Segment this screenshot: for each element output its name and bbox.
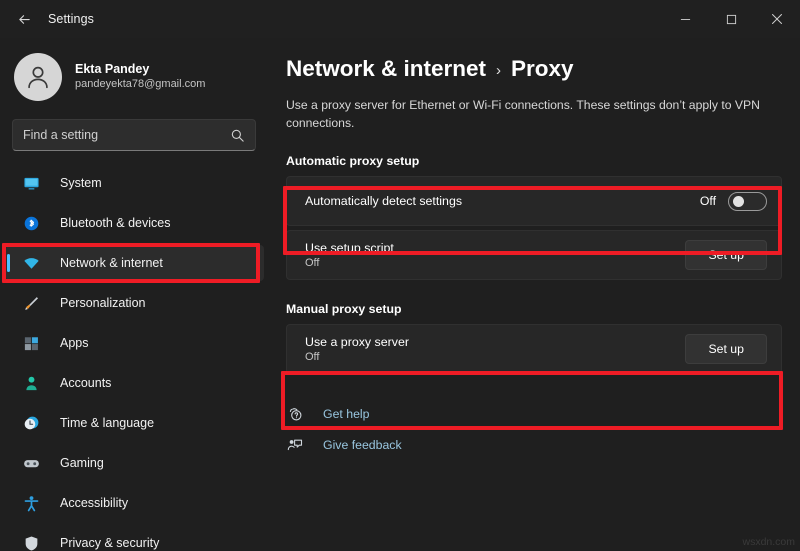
sidebar: Ekta Pandey pandeyekta78@gmail.com Syste… xyxy=(0,38,270,551)
help-question-icon xyxy=(286,405,304,423)
maximize-button[interactable] xyxy=(708,0,754,38)
sidebar-item-accounts[interactable]: Accounts xyxy=(6,365,264,401)
sidebar-item-label: Network & internet xyxy=(60,256,163,270)
automatic-section-heading: Automatic proxy setup xyxy=(286,154,420,169)
sidebar-item-label: Privacy & security xyxy=(60,536,160,550)
sidebar-nav-list: System Bluetooth & devices Network & int… xyxy=(0,165,270,551)
close-icon xyxy=(772,14,782,24)
window-controls xyxy=(662,0,800,38)
auto-detect-settings-row[interactable]: Automatically detect settings Off xyxy=(286,176,782,227)
setup-script-status: Off xyxy=(305,257,320,270)
back-arrow-icon xyxy=(18,14,30,24)
sidebar-item-label: Time & language xyxy=(60,416,155,430)
sidebar-item-label: Gaming xyxy=(60,456,104,470)
search-box[interactable] xyxy=(12,119,256,151)
auto-detect-toggle[interactable] xyxy=(728,191,767,211)
search-input[interactable] xyxy=(23,128,230,142)
sidebar-item-label: System xyxy=(60,176,102,190)
use-proxy-server-row[interactable]: Use a proxy server Off Set up xyxy=(286,324,782,375)
sidebar-item-accessibility[interactable]: Accessibility xyxy=(6,485,264,521)
sidebar-item-label: Apps xyxy=(60,336,89,350)
use-proxy-server-status: Off xyxy=(305,351,320,364)
settings-window: Settings Ekta Pandey pandeyekta78@gmail.… xyxy=(0,0,800,551)
clock-icon xyxy=(22,414,40,432)
maximize-icon xyxy=(726,14,736,24)
account-name: Ekta Pandey xyxy=(75,61,150,76)
close-button[interactable] xyxy=(754,0,800,38)
main-content: Network & internet › Proxy Use a proxy s… xyxy=(270,38,800,551)
page-description: Use a proxy server for Ethernet or Wi-Fi… xyxy=(286,98,760,130)
apps-grid-icon xyxy=(22,334,40,352)
sidebar-item-personalization[interactable]: Personalization xyxy=(6,285,264,321)
sidebar-item-label: Accessibility xyxy=(60,496,129,510)
bluetooth-icon xyxy=(22,214,40,232)
person-avatar-icon xyxy=(28,66,48,89)
gamepad-icon xyxy=(22,454,40,472)
back-button[interactable] xyxy=(6,4,42,34)
give-feedback-link[interactable]: Give feedback xyxy=(286,431,782,458)
breadcrumb-parent-link[interactable]: Network & internet xyxy=(286,56,486,82)
breadcrumb-separator-icon: › xyxy=(496,61,502,79)
sidebar-item-time-language[interactable]: Time & language xyxy=(6,405,264,441)
sidebar-item-network-internet[interactable]: Network & internet xyxy=(6,245,264,281)
sidebar-item-label: Bluetooth & devices xyxy=(60,216,171,230)
sidebar-item-bluetooth-devices[interactable]: Bluetooth & devices xyxy=(6,205,264,241)
feedback-person-icon xyxy=(286,436,304,454)
sidebar-item-gaming[interactable]: Gaming xyxy=(6,445,264,481)
page-title: Proxy xyxy=(511,56,574,81)
toggle-knob xyxy=(733,195,744,207)
sidebar-item-privacy-security[interactable]: Privacy & security xyxy=(6,525,264,551)
setup-script-row[interactable]: Use setup script Off Set up xyxy=(286,230,782,281)
minimize-icon xyxy=(680,18,690,20)
wifi-icon xyxy=(22,254,40,272)
paintbrush-icon xyxy=(22,294,40,312)
window-title: Settings xyxy=(48,12,94,26)
monitor-icon xyxy=(22,174,40,192)
sidebar-item-label: Personalization xyxy=(60,296,146,310)
auto-detect-settings-label: Automatically detect settings xyxy=(305,194,463,209)
setup-script-label: Use setup script xyxy=(305,241,394,256)
give-feedback-label: Give feedback xyxy=(323,437,402,452)
sidebar-item-label: Accounts xyxy=(60,376,112,390)
manual-section-heading: Manual proxy setup xyxy=(286,302,402,317)
use-proxy-server-label: Use a proxy server xyxy=(305,335,409,350)
get-help-label: Get help xyxy=(323,406,370,421)
minimize-button[interactable] xyxy=(662,0,708,38)
person-icon xyxy=(22,374,40,392)
auto-detect-toggle-group[interactable]: Off xyxy=(699,191,767,211)
get-help-link[interactable]: Get help xyxy=(286,400,782,427)
title-bar: Settings xyxy=(0,0,800,38)
shield-icon xyxy=(22,534,40,551)
use-proxy-server-set-up-button[interactable]: Set up xyxy=(685,334,767,365)
footer-links: Get help Give feedback xyxy=(286,400,782,458)
account-email: pandeyekta78@gmail.com xyxy=(75,78,206,91)
sidebar-item-system[interactable]: System xyxy=(6,165,264,201)
search-icon xyxy=(231,129,244,142)
watermark: wsxdn.com xyxy=(742,536,795,548)
setup-script-set-up-button[interactable]: Set up xyxy=(685,240,767,271)
auto-detect-toggle-state: Off xyxy=(699,194,716,209)
sidebar-item-apps[interactable]: Apps xyxy=(6,325,264,361)
avatar xyxy=(14,53,62,101)
account-card[interactable]: Ekta Pandey pandeyekta78@gmail.com xyxy=(0,38,270,104)
accessibility-icon xyxy=(22,494,40,512)
breadcrumb: Network & internet › Proxy xyxy=(286,56,782,82)
